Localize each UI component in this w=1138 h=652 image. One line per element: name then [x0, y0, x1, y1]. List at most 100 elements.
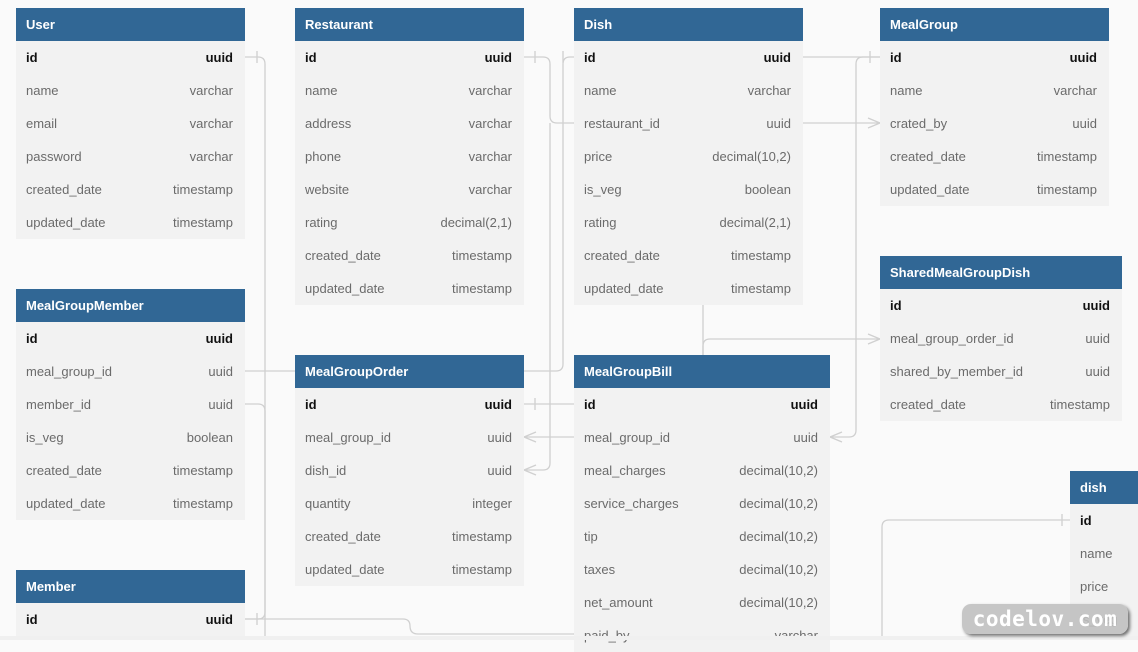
field-row[interactable]: name — [1070, 537, 1138, 570]
field-row[interactable]: updated_date timestamp — [16, 206, 245, 239]
field-row[interactable]: taxes decimal(10,2) — [574, 553, 830, 586]
table-header[interactable]: User — [16, 8, 245, 41]
field-row[interactable]: id uuid — [880, 289, 1122, 322]
table-header[interactable]: MealGroup — [880, 8, 1109, 41]
field-row[interactable]: name varchar — [574, 74, 803, 107]
field-row[interactable]: rating decimal(2,1) — [295, 206, 524, 239]
field-row[interactable]: id uuid — [16, 41, 245, 74]
field-row[interactable]: meal_group_id uuid — [16, 355, 245, 388]
field-row[interactable]: id uuid — [880, 41, 1109, 74]
field-name: phone — [305, 149, 342, 164]
field-name: price — [1080, 579, 1109, 594]
field-type: varchar — [468, 116, 512, 131]
field-type: timestamp — [1050, 397, 1110, 412]
table-meal-group-order[interactable]: MealGroupOrder id uuid meal_group_id uuid dis… — [295, 355, 524, 586]
field-row[interactable]: meal_group_id uuid — [295, 421, 524, 454]
field-row[interactable]: password varchar — [16, 140, 245, 173]
field-row[interactable]: updated_date timestamp — [295, 272, 524, 305]
field-type: uuid — [1072, 116, 1097, 131]
table-restaurant[interactable]: Restaurant id uuid name varchar address varcha… — [295, 8, 524, 305]
field-row[interactable]: is_veg boolean — [16, 421, 245, 454]
field-row[interactable]: member_id uuid — [16, 388, 245, 421]
field-row[interactable]: dish_id uuid — [295, 454, 524, 487]
field-row[interactable]: meal_group_order_id uuid — [880, 322, 1122, 355]
diagram-canvas: User id uuid name varchar email varchar passwor… — [0, 0, 1138, 652]
field-row[interactable]: price — [1070, 570, 1138, 603]
table-header[interactable]: Restaurant — [295, 8, 524, 41]
field-name: name — [26, 83, 59, 98]
table-dish[interactable]: Dish id uuid name varchar restaurant_id uuid pr… — [574, 8, 803, 305]
table-header[interactable]: dish — [1070, 471, 1138, 504]
field-row[interactable]: created_date timestamp — [880, 388, 1122, 421]
field-row[interactable]: updated_date timestamp — [574, 272, 803, 305]
field-type: timestamp — [173, 182, 233, 197]
field-name: name — [584, 83, 617, 98]
field-row[interactable]: created_date timestamp — [880, 140, 1109, 173]
field-row[interactable]: updated_date timestamp — [880, 173, 1109, 206]
field-row[interactable]: phone varchar — [295, 140, 524, 173]
field-row[interactable]: quantity integer — [295, 487, 524, 520]
field-name: updated_date — [305, 562, 385, 577]
field-name: id — [584, 397, 596, 412]
table-shared-meal-group-dish[interactable]: SharedMealGroupDish id uuid meal_group_orde… — [880, 256, 1122, 421]
field-row[interactable]: restaurant_id uuid — [574, 107, 803, 140]
field-row[interactable]: meal_group_id uuid — [574, 421, 830, 454]
field-type: varchar — [1053, 83, 1097, 98]
field-row[interactable]: created_date timestamp — [295, 520, 524, 553]
table-header[interactable]: Member — [16, 570, 245, 603]
field-name: member_id — [26, 397, 92, 412]
field-row[interactable]: updated_date timestamp — [16, 487, 245, 520]
field-name: created_date — [26, 463, 102, 478]
table-header[interactable]: MealGroupMember — [16, 289, 245, 322]
field-row[interactable]: email varchar — [16, 107, 245, 140]
field-row[interactable]: address varchar — [295, 107, 524, 140]
field-row[interactable]: name varchar — [16, 74, 245, 107]
field-type: decimal(10,2) — [739, 463, 818, 478]
table-member[interactable]: Member id uuid — [16, 570, 245, 636]
field-row[interactable]: name varchar — [295, 74, 524, 107]
field-row[interactable]: id uuid — [16, 603, 245, 636]
field-name: id — [26, 612, 38, 627]
field-row[interactable]: id uuid — [295, 388, 524, 421]
field-row[interactable]: net_amount decimal(10,2) — [574, 586, 830, 619]
field-row[interactable]: created_date timestamp — [295, 239, 524, 272]
table-meal-group[interactable]: MealGroup id uuid name varchar crated_by uuid c… — [880, 8, 1109, 206]
field-row[interactable]: service_charges decimal(10,2) — [574, 487, 830, 520]
field-row[interactable]: name varchar — [880, 74, 1109, 107]
table-header[interactable]: Dish — [574, 8, 803, 41]
field-type: uuid — [208, 364, 233, 379]
field-name: quantity — [305, 496, 351, 511]
field-type: uuid — [763, 50, 791, 65]
field-row[interactable]: created_date timestamp — [16, 454, 245, 487]
table-header[interactable]: MealGroupOrder — [295, 355, 524, 388]
field-name: created_date — [305, 529, 381, 544]
link-restaurant-dish — [524, 56, 574, 124]
field-row[interactable]: updated_date timestamp — [295, 553, 524, 586]
table-meal-group-bill[interactable]: MealGroupBill id uuid meal_group_id uuid meal… — [574, 355, 830, 652]
field-row[interactable]: price decimal(10,2) — [574, 140, 803, 173]
field-name: meal_group_id — [305, 430, 392, 445]
field-row[interactable]: crated_by uuid — [880, 107, 1109, 140]
field-type: varchar — [189, 149, 233, 164]
field-row[interactable]: tip decimal(10,2) — [574, 520, 830, 553]
field-row[interactable]: created_date timestamp — [16, 173, 245, 206]
field-name: id — [26, 331, 38, 346]
field-row[interactable]: meal_charges decimal(10,2) — [574, 454, 830, 487]
field-row[interactable]: id uuid — [574, 388, 830, 421]
field-row[interactable]: id uuid — [295, 41, 524, 74]
field-row[interactable]: shared_by_member_id uuid — [880, 355, 1122, 388]
table-header[interactable]: SharedMealGroupDish — [880, 256, 1122, 289]
field-row[interactable]: rating decimal(2,1) — [574, 206, 803, 239]
table-user[interactable]: User id uuid name varchar email varchar passwor… — [16, 8, 245, 239]
field-type: boolean — [744, 182, 791, 197]
field-type: timestamp — [731, 248, 791, 263]
field-row[interactable]: id uuid — [16, 322, 245, 355]
table-header[interactable]: MealGroupBill — [574, 355, 830, 388]
field-row[interactable]: id uuid — [574, 41, 803, 74]
field-row[interactable]: created_date timestamp — [574, 239, 803, 272]
table-meal-group-member[interactable]: MealGroupMember id uuid meal_group_id uuid me… — [16, 289, 245, 520]
field-row[interactable]: website varchar — [295, 173, 524, 206]
field-row[interactable]: id — [1070, 504, 1138, 537]
field-name: updated_date — [26, 496, 106, 511]
field-row[interactable]: is_veg boolean — [574, 173, 803, 206]
